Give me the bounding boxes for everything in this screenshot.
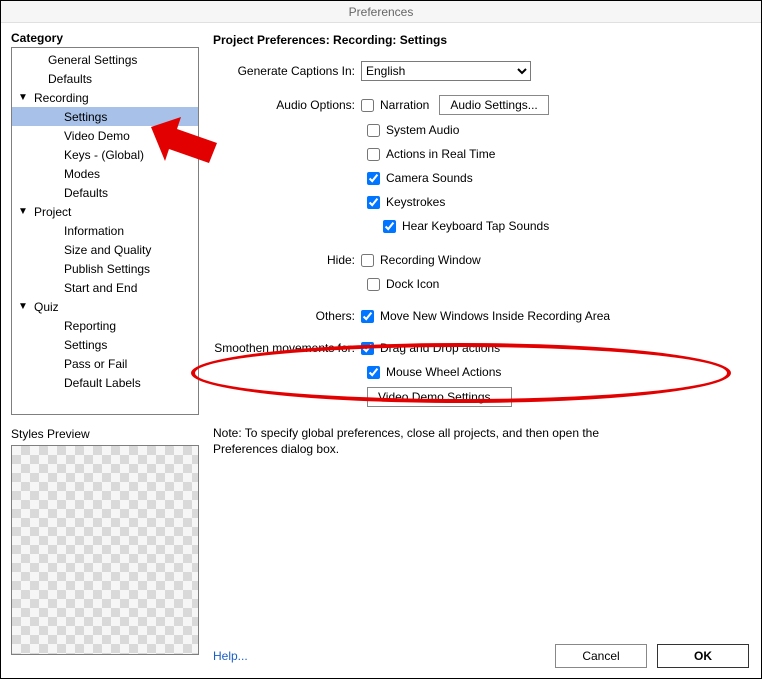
smoothen-label: Smoothen movements for:	[213, 339, 361, 357]
tree-item-defaults[interactable]: Defaults	[12, 69, 198, 88]
window-title: Preferences	[1, 1, 761, 23]
dock-icon-label: Dock Icon	[386, 275, 439, 293]
tree-item-keys-global-[interactable]: Keys - (Global)	[12, 145, 198, 164]
audio-settings-button[interactable]: Audio Settings...	[439, 95, 548, 115]
actions-realtime-checkbox[interactable]	[367, 148, 380, 161]
disclosure-triangle-icon[interactable]: ▼	[18, 206, 28, 217]
hear-tap-label: Hear Keyboard Tap Sounds	[402, 217, 549, 235]
tree-item-start-and-end[interactable]: Start and End	[12, 278, 198, 297]
actions-realtime-label: Actions in Real Time	[386, 145, 495, 163]
tree-item-label: Size and Quality	[62, 243, 151, 257]
tree-item-project[interactable]: ▼Project	[12, 202, 198, 221]
tree-item-label: Settings	[62, 338, 107, 352]
tree-item-information[interactable]: Information	[12, 221, 198, 240]
tree-item-label: Keys - (Global)	[62, 148, 144, 162]
tree-item-label: Start and End	[62, 281, 137, 295]
cancel-button[interactable]: Cancel	[555, 644, 647, 668]
category-tree[interactable]: General SettingsDefaults▼RecordingSettin…	[11, 47, 199, 415]
camera-sounds-checkbox[interactable]	[367, 172, 380, 185]
tree-item-label: Reporting	[62, 319, 116, 333]
tree-item-label: General Settings	[46, 53, 137, 67]
tree-item-quiz[interactable]: ▼Quiz	[12, 297, 198, 316]
tree-item-label: Information	[62, 224, 124, 238]
preferences-window: Preferences Category General Settings Def…	[0, 0, 762, 679]
tree-item-recording[interactable]: ▼Recording	[12, 88, 198, 107]
tree-item-settings[interactable]: Settings	[12, 335, 198, 354]
tree-item-label: Modes	[62, 167, 100, 181]
video-demo-settings-button[interactable]: Video Demo Settings...	[367, 387, 512, 407]
mouse-wheel-label: Mouse Wheel Actions	[386, 363, 501, 381]
recording-window-checkbox[interactable]	[361, 254, 374, 267]
disclosure-triangle-icon[interactable]: ▼	[18, 92, 28, 103]
tree-item-label: Publish Settings	[62, 262, 150, 276]
tree-item-defaults[interactable]: Defaults	[12, 183, 198, 202]
keystrokes-label: Keystrokes	[386, 193, 445, 211]
drag-drop-label: Drag and Drop actions	[380, 339, 500, 357]
recording-window-label: Recording Window	[380, 251, 481, 269]
system-audio-checkbox[interactable]	[367, 124, 380, 137]
system-audio-label: System Audio	[386, 121, 459, 139]
tree-item-publish-settings[interactable]: Publish Settings	[12, 259, 198, 278]
mouse-wheel-checkbox[interactable]	[367, 366, 380, 379]
tree-item-label: Defaults	[46, 72, 92, 86]
audio-options-label: Audio Options:	[213, 96, 361, 114]
tree-item-pass-or-fail[interactable]: Pass or Fail	[12, 354, 198, 373]
styles-preview	[11, 445, 199, 655]
narration-checkbox[interactable]	[361, 99, 374, 112]
right-column: Project Preferences: Recording: Settings…	[209, 23, 761, 678]
styles-preview-label: Styles Preview	[11, 427, 199, 441]
tree-item-size-and-quality[interactable]: Size and Quality	[12, 240, 198, 259]
note-text: Note: To specify global preferences, clo…	[213, 425, 653, 457]
tree-item-label: Pass or Fail	[62, 357, 127, 371]
generate-captions-label: Generate Captions In:	[213, 62, 361, 80]
tree-item-label: Settings	[62, 110, 107, 124]
tree-item-reporting[interactable]: Reporting	[12, 316, 198, 335]
tree-item-video-demo[interactable]: Video Demo	[12, 126, 198, 145]
page-heading: Project Preferences: Recording: Settings	[213, 33, 749, 47]
tree-item-default-labels[interactable]: Default Labels	[12, 373, 198, 392]
tree-item-settings[interactable]: Settings	[12, 107, 198, 126]
hear-tap-checkbox[interactable]	[383, 220, 396, 233]
keystrokes-checkbox[interactable]	[367, 196, 380, 209]
move-windows-label: Move New Windows Inside Recording Area	[380, 307, 610, 325]
generate-captions-select[interactable]: English	[361, 61, 531, 81]
tree-item-label: Quiz	[28, 300, 59, 314]
move-windows-checkbox[interactable]	[361, 310, 374, 323]
tree-item-label: Video Demo	[62, 129, 130, 143]
help-link[interactable]: Help...	[213, 649, 248, 663]
footer: Help... Cancel OK	[209, 644, 761, 668]
tree-item-label: Recording	[28, 91, 89, 105]
others-label: Others:	[213, 307, 361, 325]
hide-label: Hide:	[213, 251, 361, 269]
tree-item-label: Defaults	[62, 186, 108, 200]
drag-drop-checkbox[interactable]	[361, 342, 374, 355]
category-header: Category	[11, 31, 199, 45]
tree-item-label: Project	[28, 205, 71, 219]
dock-icon-checkbox[interactable]	[367, 278, 380, 291]
disclosure-triangle-icon[interactable]: ▼	[18, 301, 28, 312]
tree-item-modes[interactable]: Modes	[12, 164, 198, 183]
window-body: Category General SettingsDefaults▼Record…	[1, 23, 761, 678]
left-column: Category General SettingsDefaults▼Record…	[1, 23, 209, 678]
ok-button[interactable]: OK	[657, 644, 749, 668]
camera-sounds-label: Camera Sounds	[386, 169, 473, 187]
narration-label: Narration	[380, 96, 429, 114]
tree-item-general-settings[interactable]: General Settings	[12, 50, 198, 69]
tree-item-label: Default Labels	[62, 376, 141, 390]
